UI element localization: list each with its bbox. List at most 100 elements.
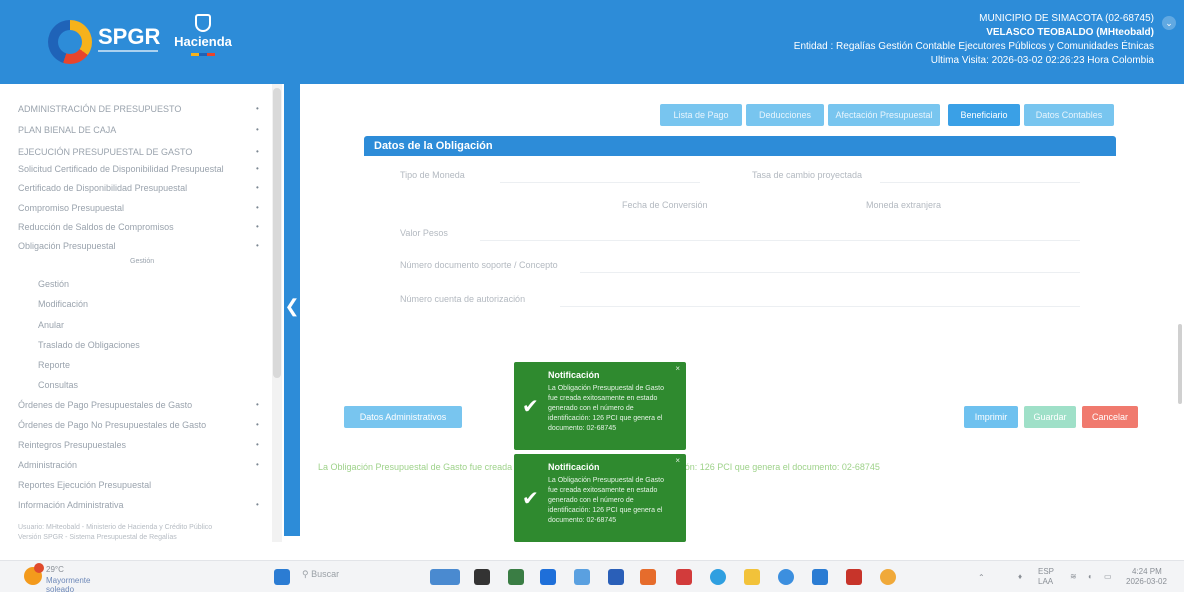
sidebar-item[interactable]: Órdenes de Pago No Presupuestales de Gas…: [18, 420, 206, 430]
sidebar-item[interactable]: ADMINISTRACIÓN DE PRESUPUESTO: [18, 104, 181, 114]
taskbar-search[interactable]: ⚲ Buscar: [302, 569, 392, 585]
sidebar-subitem[interactable]: Consultas: [38, 380, 78, 390]
app-icon[interactable]: [812, 569, 828, 585]
tab-beneficiario[interactable]: Beneficiario: [948, 104, 1020, 126]
sidebar-arrow-icon: •: [256, 241, 259, 250]
header-menu-toggle[interactable]: ⌄: [1162, 16, 1176, 30]
currency-field[interactable]: [500, 182, 700, 183]
edge-icon[interactable]: [710, 569, 726, 585]
value-field[interactable]: [480, 240, 1080, 241]
shield-icon: [195, 14, 211, 32]
save-button[interactable]: Guardar: [1024, 406, 1076, 428]
user-info: MUNICIPIO DE SIMACOTA (02-68745) VELASCO…: [794, 12, 1154, 68]
tab-afectacion-presupuestal[interactable]: Afectación Presupuestal: [828, 104, 940, 126]
sidebar-subitem[interactable]: Traslado de Obligaciones: [38, 340, 140, 350]
document-field[interactable]: [580, 272, 1080, 273]
app-icon[interactable]: [640, 569, 656, 585]
notification-toast[interactable]: ✔ Notificación La Obligación Presupuesta…: [514, 362, 686, 450]
sidebar-arrow-icon: •: [256, 104, 259, 113]
tab-deducciones[interactable]: Deducciones: [746, 104, 824, 126]
sidebar-scroll-thumb[interactable]: [273, 88, 281, 378]
browser-icon[interactable]: [778, 569, 794, 585]
language-label[interactable]: ESP: [1038, 567, 1054, 576]
sidebar-item[interactable]: Solicitud Certificado de Disponibilidad …: [18, 164, 224, 174]
panel-title: Datos de la Obligación: [364, 136, 1116, 156]
network-icon[interactable]: ≋: [1070, 572, 1077, 581]
cancel-button[interactable]: Cancelar: [1082, 406, 1138, 428]
sidebar-footer: Usuario: MHteobald - Ministerio de Hacie…: [18, 524, 213, 531]
print-button[interactable]: Imprimir: [964, 406, 1018, 428]
sidebar-subheader: Gestión: [130, 258, 155, 265]
landscape-icon[interactable]: [430, 569, 460, 585]
language-sub-label[interactable]: LAA: [1038, 577, 1053, 586]
field-label: Tasa de cambio proyectada: [752, 170, 863, 180]
sidebar-arrow-icon: •: [256, 164, 259, 173]
tab-bar: Lista de Pago Deducciones Afectación Pre…: [660, 104, 1120, 126]
clock-time[interactable]: 4:24 PM: [1132, 567, 1162, 576]
sidebar-item[interactable]: Compromiso Presupuestal: [18, 203, 124, 213]
volume-icon[interactable]: ◐: [1088, 572, 1093, 581]
app-icon[interactable]: [676, 569, 692, 585]
app-icon[interactable]: [608, 569, 624, 585]
main-scroll-thumb[interactable]: [1178, 324, 1182, 404]
close-icon[interactable]: ×: [675, 456, 680, 465]
sidebar-arrow-icon: •: [256, 400, 259, 409]
authorization-field[interactable]: [560, 306, 1080, 307]
exchange-rate-field[interactable]: [880, 182, 1080, 183]
sidebar-item[interactable]: Información Administrativa: [18, 500, 124, 510]
windows-start-icon[interactable]: [274, 569, 290, 585]
sidebar-subitem[interactable]: Gestión: [38, 279, 69, 289]
sidebar-subitem[interactable]: Modificación: [38, 299, 88, 309]
pdf-icon[interactable]: [846, 569, 862, 585]
sidebar-item[interactable]: Administración: [18, 460, 77, 470]
last-visit-label: Ultima Visita: 2026-03-02 02:26:23 Hora …: [930, 55, 1154, 66]
spgr-logo[interactable]: SPGR: [48, 18, 160, 66]
system-tray: ⌃ ♦ ESP LAA ≋ ◐ ▭ 4:24 PM 2026-03-02: [978, 567, 1178, 589]
spgr-logo-underline: [98, 50, 158, 60]
close-icon[interactable]: ×: [675, 364, 680, 373]
sidebar-arrow-icon: •: [256, 500, 259, 509]
sidebar-subitem[interactable]: Anular: [38, 320, 64, 330]
chevron-left-icon[interactable]: ❮: [284, 292, 300, 320]
sidebar-scrollbar[interactable]: [272, 84, 282, 542]
sidebar-item[interactable]: Órdenes de Pago Presupuestales de Gasto: [18, 400, 192, 410]
sidebar-item[interactable]: Reducción de Saldos de Compromisos: [18, 222, 174, 232]
flag-bar: [191, 53, 215, 56]
tab-lista-de-pago[interactable]: Lista de Pago: [660, 104, 742, 126]
folder-icon[interactable]: [744, 569, 760, 585]
notification-toast[interactable]: ✔ Notificación La Obligación Presupuesta…: [514, 454, 686, 542]
administrative-data-button[interactable]: Datos Administrativos: [344, 406, 462, 428]
app-icon[interactable]: [508, 569, 524, 585]
notification-badge: [34, 563, 44, 573]
search-placeholder: Buscar: [311, 569, 340, 579]
app-icon[interactable]: [540, 569, 556, 585]
chrome-icon[interactable]: [880, 569, 896, 585]
task-view-icon[interactable]: [474, 569, 490, 585]
sidebar-item[interactable]: EJECUCIÓN PRESUPUESTAL DE GASTO: [18, 147, 192, 157]
sidebar-item[interactable]: Obligación Presupuestal: [18, 241, 116, 251]
sidebar-item[interactable]: Reportes Ejecución Presupuestal: [18, 480, 151, 490]
sidebar-arrow-icon: •: [256, 147, 259, 156]
sidebar-arrow-icon: •: [256, 460, 259, 469]
tab-datos-contables[interactable]: Datos Contables: [1024, 104, 1114, 126]
app-tray-icon[interactable]: ♦: [1018, 572, 1022, 581]
sidebar-item[interactable]: PLAN BIENAL DE CAJA: [18, 125, 116, 135]
field-label: Moneda extranjera: [866, 200, 942, 210]
chevron-up-icon[interactable]: ⌃: [978, 573, 985, 582]
battery-icon[interactable]: ▭: [1104, 572, 1112, 581]
sidebar-item[interactable]: Reintegros Presupuestales: [18, 440, 126, 450]
taskbar: 29°C Mayormente soleado ⚲ Buscar ⌃ ♦ ESP…: [0, 560, 1184, 594]
clock-date[interactable]: 2026-03-02: [1126, 577, 1167, 586]
sidebar-item[interactable]: Certificado de Disponibilidad Presupuest…: [18, 183, 187, 193]
app-icon[interactable]: [574, 569, 590, 585]
sidebar-arrow-icon: •: [256, 203, 259, 212]
field-label: Tipo de Moneda: [400, 170, 465, 180]
sidebar-footer: Versión SPGR - Sistema Presupuestal de R…: [18, 534, 177, 541]
main-scrollbar[interactable]: [1176, 84, 1184, 542]
sidebar-arrow-icon: •: [256, 183, 259, 192]
field-label: Número cuenta de autorización: [400, 294, 526, 304]
sidebar-subitem[interactable]: Reporte: [38, 360, 70, 370]
field-label: Valor Pesos: [400, 228, 448, 238]
weather-widget[interactable]: 29°C Mayormente soleado: [24, 563, 114, 594]
user-name[interactable]: VELASCO TEOBALDO (MHteobald): [794, 26, 1154, 40]
